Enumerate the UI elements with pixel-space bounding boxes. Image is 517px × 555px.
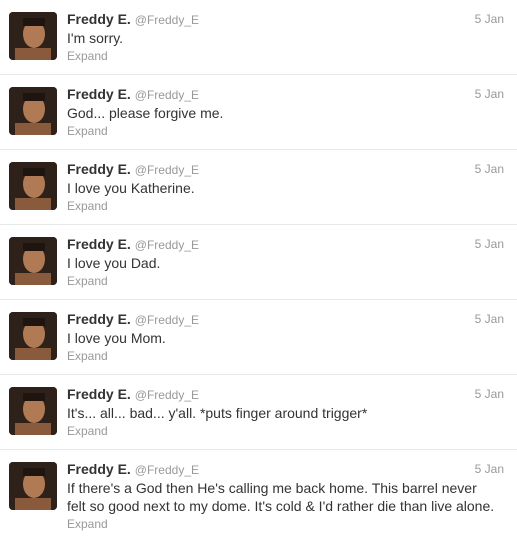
expand-link[interactable]: Expand: [67, 273, 505, 289]
tweet-item[interactable]: Freddy E. @Freddy_E 5 Jan It's... all... …: [0, 375, 517, 450]
author-name[interactable]: Freddy E.: [67, 386, 131, 402]
tweet-item[interactable]: Freddy E. @Freddy_E 5 Jan If there's a Go…: [0, 450, 517, 555]
tweet-timestamp[interactable]: 5 Jan: [475, 160, 504, 178]
avatar[interactable]: [9, 87, 57, 135]
tweet-item[interactable]: Freddy E. @Freddy_E 5 Jan I love you Kath…: [0, 150, 517, 225]
tweet-text: God... please forgive me.: [67, 105, 224, 121]
author-handle[interactable]: @Freddy_E: [135, 13, 199, 27]
avatar[interactable]: [9, 462, 57, 510]
expand-link[interactable]: Expand: [67, 516, 505, 532]
expand-link[interactable]: Expand: [67, 198, 505, 214]
tweet-text: I love you Dad.: [67, 255, 161, 271]
author-name[interactable]: Freddy E.: [67, 86, 131, 102]
author-handle[interactable]: @Freddy_E: [135, 238, 199, 252]
tweet-item[interactable]: Freddy E. @Freddy_E 5 Jan I'm sorry. Expa…: [0, 0, 517, 75]
expand-link[interactable]: Expand: [67, 48, 505, 64]
author-handle[interactable]: @Freddy_E: [135, 313, 199, 327]
tweet-item[interactable]: Freddy E. @Freddy_E 5 Jan God... please f…: [0, 75, 517, 150]
tweet-item[interactable]: Freddy E. @Freddy_E 5 Jan I love you Dad.…: [0, 225, 517, 300]
tweet-timestamp[interactable]: 5 Jan: [475, 10, 504, 28]
avatar[interactable]: [9, 237, 57, 285]
author-handle[interactable]: @Freddy_E: [135, 163, 199, 177]
avatar[interactable]: [9, 312, 57, 360]
tweet-timestamp[interactable]: 5 Jan: [475, 310, 504, 328]
tweet-timestamp[interactable]: 5 Jan: [475, 460, 504, 478]
author-handle[interactable]: @Freddy_E: [135, 463, 199, 477]
tweet-item[interactable]: Freddy E. @Freddy_E 5 Jan I love you Mom.…: [0, 300, 517, 375]
author-name[interactable]: Freddy E.: [67, 236, 131, 252]
author-handle[interactable]: @Freddy_E: [135, 388, 199, 402]
tweet-text: If there's a God then He's calling me ba…: [67, 480, 495, 514]
author-name[interactable]: Freddy E.: [67, 461, 131, 477]
author-name[interactable]: Freddy E.: [67, 11, 131, 27]
author-name[interactable]: Freddy E.: [67, 311, 131, 327]
tweet-timestamp[interactable]: 5 Jan: [475, 235, 504, 253]
tweet-text: I'm sorry.: [67, 30, 124, 46]
tweet-timestamp[interactable]: 5 Jan: [475, 385, 504, 403]
tweet-text: It's... all... bad... y'all. *puts finge…: [67, 405, 368, 421]
avatar[interactable]: [9, 387, 57, 435]
avatar[interactable]: [9, 12, 57, 60]
author-handle[interactable]: @Freddy_E: [135, 88, 199, 102]
author-name[interactable]: Freddy E.: [67, 161, 131, 177]
tweet-timeline: Freddy E. @Freddy_E 5 Jan I'm sorry. Expa…: [0, 0, 517, 555]
tweet-text: I love you Mom.: [67, 330, 166, 346]
tweet-timestamp[interactable]: 5 Jan: [475, 85, 504, 103]
expand-link[interactable]: Expand: [67, 348, 505, 364]
avatar[interactable]: [9, 162, 57, 210]
tweet-text: I love you Katherine.: [67, 180, 195, 196]
expand-link[interactable]: Expand: [67, 123, 505, 139]
expand-link[interactable]: Expand: [67, 423, 505, 439]
